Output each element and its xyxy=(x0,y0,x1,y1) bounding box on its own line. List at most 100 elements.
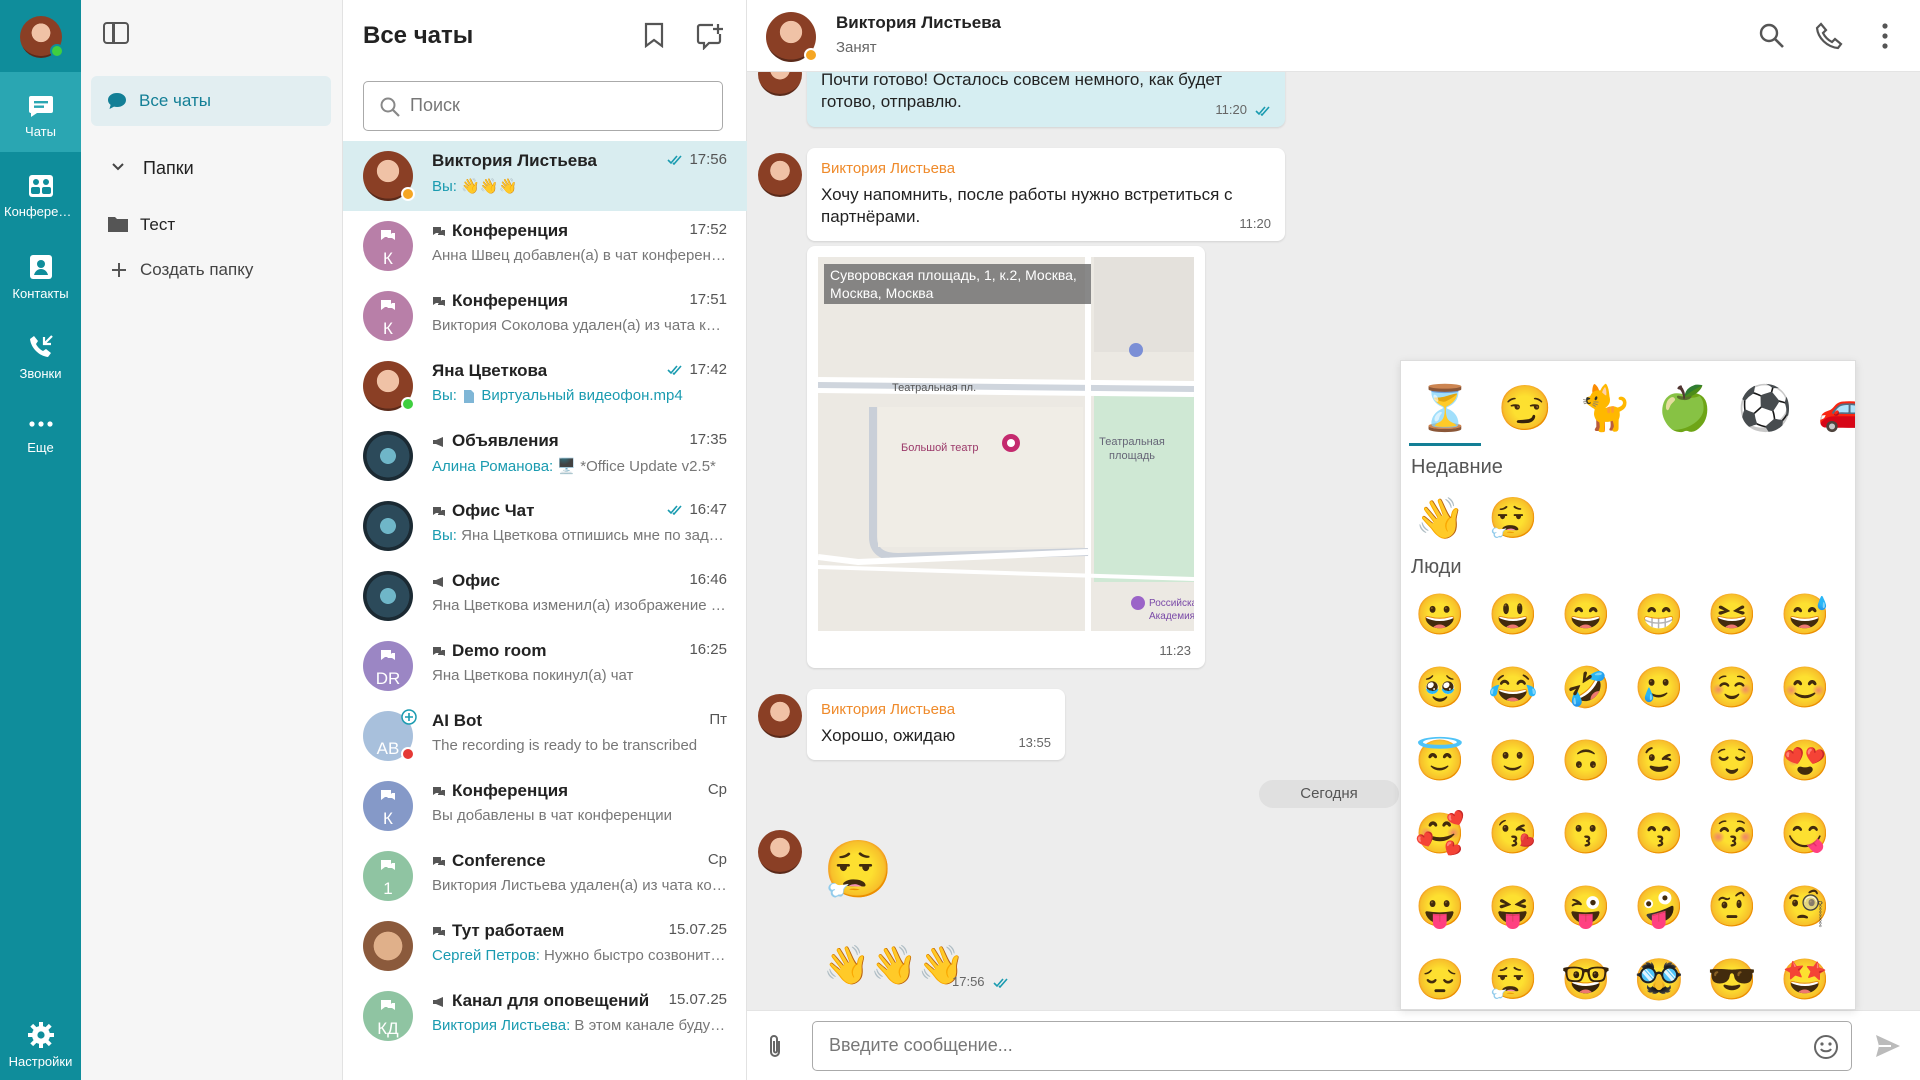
emoji-item[interactable]: 😮‍💨 xyxy=(1488,956,1538,1004)
emoji-item[interactable]: 😅 xyxy=(1780,591,1830,639)
chat-list-item[interactable]: Офис 16:46 Яна Цветкова изменил(а) изображ… xyxy=(343,561,747,631)
message-emoji[interactable]: 😮‍💨 xyxy=(823,838,893,902)
send-icon xyxy=(1876,1035,1900,1057)
emoji-item[interactable]: 😘 xyxy=(1488,810,1538,858)
emoji-item[interactable]: 🙃 xyxy=(1561,737,1611,785)
folder-all-chats[interactable]: Все чаты xyxy=(91,76,331,126)
emoji-item[interactable]: 🤣 xyxy=(1561,664,1611,712)
search-field[interactable] xyxy=(363,81,723,131)
chat-list-item[interactable]: К Конференция 17:52 Анна Швец добавлен(а) в… xyxy=(343,211,747,281)
emoji-item[interactable]: 😂 xyxy=(1488,664,1538,712)
chat-list-item[interactable]: Яна Цветкова 17:42 Вы: Виртуальный видеофо… xyxy=(343,351,747,421)
rail-item-settings[interactable]: Настройки xyxy=(0,1000,81,1080)
emoji-category-smileys-tab[interactable]: 😏 xyxy=(1495,379,1555,439)
chat-preview: Сергей Петров: Нужно быстро созвониться xyxy=(432,947,727,964)
emoji-item[interactable]: 🤨 xyxy=(1707,883,1757,931)
message-location[interactable]: Суворовская площадь, 1, к.2, Москва, Мос… xyxy=(807,246,1205,668)
emoji-item[interactable]: 🤪 xyxy=(1634,883,1684,931)
emoji-item[interactable]: 😔 xyxy=(1415,956,1465,1004)
category-emoji: 😏 xyxy=(1497,384,1553,433)
bookmark-icon[interactable] xyxy=(643,22,665,48)
message-avatar[interactable] xyxy=(758,694,802,738)
emoji-category-activity-tab[interactable]: ⚽ xyxy=(1735,379,1795,439)
emoji-item[interactable]: 😁 xyxy=(1634,591,1684,639)
emoji-item[interactable]: ☺️ xyxy=(1707,664,1757,712)
rail-item-chats[interactable]: Чаты xyxy=(0,72,81,152)
create-folder-button[interactable]: Создать папку xyxy=(107,260,253,280)
emoji-item[interactable]: 😝 xyxy=(1488,883,1538,931)
map-label-street: Театральная пл. xyxy=(892,382,977,394)
call-button[interactable] xyxy=(1815,22,1843,50)
chat-list-item[interactable]: К Конференция 17:51 Виктория Соколова удале… xyxy=(343,281,747,351)
emoji-item[interactable]: 😚 xyxy=(1707,810,1757,858)
sidebar-toggle-icon[interactable] xyxy=(103,22,129,44)
emoji-item[interactable]: 😜 xyxy=(1561,883,1611,931)
chat-list-item[interactable]: Виктория Листьева 17:56 Вы: 👋👋👋 xyxy=(343,141,747,211)
chat-list-item[interactable]: КД Канал для оповещений 15.07.25 Виктория Л… xyxy=(343,981,747,1051)
folders-header[interactable]: Папки xyxy=(111,158,194,179)
emoji-category-travel-tab[interactable]: 🚗 xyxy=(1815,379,1855,439)
chat-list-item[interactable]: 1 Conference Ср Виктория Листьева удален(а)… xyxy=(343,841,747,911)
emoji-item[interactable]: 😉 xyxy=(1634,737,1684,785)
contact-name[interactable]: Виктория Листьева xyxy=(836,13,1001,33)
emoji-item[interactable]: 🤓 xyxy=(1561,956,1611,1004)
chat-name: Demo room xyxy=(432,641,546,661)
chat-list-item[interactable]: К Конференция Ср Вы добавлены в чат конфере… xyxy=(343,771,747,841)
emoji-item[interactable]: 😮‍💨 xyxy=(1488,495,1538,543)
emoji-item[interactable]: 😃 xyxy=(1488,591,1538,639)
chat-list-item[interactable]: Офис Чат 16:47 Вы: Яна Цветкова отпишись м… xyxy=(343,491,747,561)
chat-list-item[interactable]: AB AI Bot Пт The recording is ready to be t… xyxy=(343,701,747,771)
chat-time: Ср xyxy=(707,781,727,798)
search-input[interactable] xyxy=(410,95,700,116)
message-avatar[interactable] xyxy=(758,830,802,874)
emoji-item[interactable]: 😎 xyxy=(1707,956,1757,1004)
emoji-item[interactable]: 😆 xyxy=(1707,591,1757,639)
rail-item-more[interactable]: Еще xyxy=(0,392,81,472)
emoji-item[interactable]: 🧐 xyxy=(1780,883,1830,931)
send-button[interactable] xyxy=(1874,1033,1902,1059)
emoji-item[interactable]: 😄 xyxy=(1561,591,1611,639)
rail-item-conferences[interactable]: Конференции xyxy=(0,152,81,232)
folder-item-test[interactable]: Тест xyxy=(107,215,175,235)
message-incoming[interactable]: Виктория Листьева Хорошо, ожидаю 13:55 xyxy=(807,689,1065,760)
contact-avatar[interactable] xyxy=(766,12,818,62)
emoji-item[interactable]: 😙 xyxy=(1634,810,1684,858)
emoji-item[interactable]: 😀 xyxy=(1415,591,1465,639)
emoji-item[interactable]: 😌 xyxy=(1707,737,1757,785)
rail-item-contacts[interactable]: Контакты xyxy=(0,232,81,312)
message-time: 11:20 xyxy=(1239,216,1271,231)
chat-list-item[interactable]: Объявления 17:35 Алина Романова: 🖥️ *Offic… xyxy=(343,421,747,491)
message-input[interactable] xyxy=(829,1035,1789,1056)
emoji-item[interactable]: 👋 xyxy=(1415,495,1465,543)
emoji-item[interactable]: 🥹 xyxy=(1415,664,1465,712)
emoji-item[interactable]: 😊 xyxy=(1780,664,1830,712)
double-check-icon xyxy=(667,365,683,376)
emoji-item[interactable]: 🥲 xyxy=(1634,664,1684,712)
chat-list-item[interactable]: DR Demo room 16:25 Яна Цветкова покинул(а) … xyxy=(343,631,747,701)
attach-button[interactable] xyxy=(767,1033,783,1059)
emoji-item[interactable]: 🙂 xyxy=(1488,737,1538,785)
emoji-item[interactable]: 😛 xyxy=(1415,883,1465,931)
emoji-button[interactable] xyxy=(1813,1034,1839,1060)
emoji-item[interactable]: 😇 xyxy=(1415,737,1465,785)
message-emoji-outgoing[interactable]: 👋👋👋 xyxy=(823,942,965,990)
emoji-item[interactable]: 🥰 xyxy=(1415,810,1465,858)
new-chat-icon[interactable] xyxy=(696,22,724,50)
message-avatar[interactable] xyxy=(758,153,802,197)
more-options-button[interactable] xyxy=(1879,22,1891,50)
emoji-item[interactable]: 😗 xyxy=(1561,810,1611,858)
emoji-category-recent-tab[interactable]: ⏳ xyxy=(1409,379,1481,446)
profile-avatar[interactable] xyxy=(20,16,64,58)
chat-list-item[interactable]: Тут работаем 15.07.25 Сергей Петров: Нужно… xyxy=(343,911,747,981)
emoji-item[interactable]: 😍 xyxy=(1780,737,1830,785)
search-in-chat-button[interactable] xyxy=(1758,22,1786,50)
emoji-category-food-tab[interactable]: 🍏 xyxy=(1655,379,1715,439)
emoji-item[interactable]: 🥸 xyxy=(1634,956,1684,1004)
emoji-item[interactable]: 😋 xyxy=(1780,810,1830,858)
emoji-item[interactable]: 🤩 xyxy=(1780,956,1830,1004)
message-field[interactable] xyxy=(812,1021,1852,1071)
emoji-category-animals-tab[interactable]: 🐈 xyxy=(1575,379,1635,439)
map-preview[interactable]: Суворовская площадь, 1, к.2, Москва, Мос… xyxy=(818,257,1194,631)
rail-item-calls[interactable]: Звонки xyxy=(0,312,81,392)
message-incoming[interactable]: Виктория Листьева Хочу напомнить, после … xyxy=(807,148,1285,241)
